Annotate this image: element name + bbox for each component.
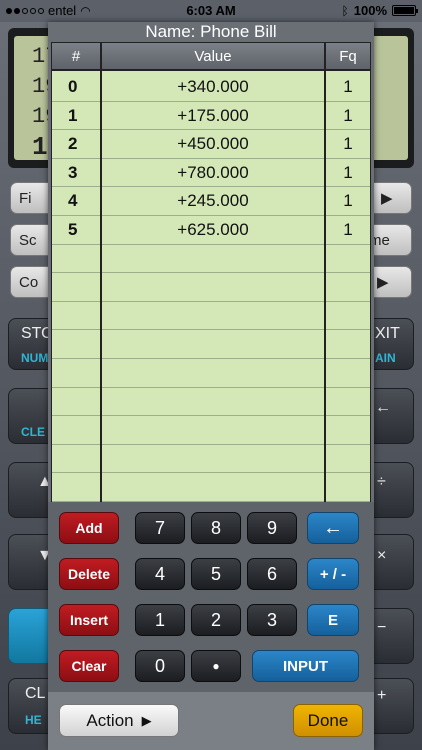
digit-7-button[interactable]: 7 xyxy=(135,512,185,544)
delete-button[interactable]: Delete xyxy=(59,558,119,590)
column-header-value: Value xyxy=(194,48,232,65)
modal-footer: Action ▶ Done xyxy=(48,692,374,750)
column-header-index: # xyxy=(71,48,81,65)
digit-5-button[interactable]: 5 xyxy=(191,558,241,590)
play-arrow-icon: ▶ xyxy=(141,712,152,728)
row-index: 0 xyxy=(68,77,78,96)
data-table: # Value Fq 0 +340.000 1 1 +175.000 1 2 +450.000… xyxy=(51,42,371,520)
row-index: 3 xyxy=(68,162,78,182)
done-button[interactable]: Done xyxy=(293,704,363,737)
row-value: +780.000 xyxy=(177,162,249,182)
column-divider xyxy=(324,43,326,519)
digit-9-button[interactable]: 9 xyxy=(247,512,297,544)
column-divider xyxy=(100,43,102,519)
row-index: 1 xyxy=(68,105,78,125)
row-frequency: 1 xyxy=(343,220,353,239)
digit-2-button[interactable]: 2 xyxy=(191,604,241,636)
backspace-button[interactable]: ← xyxy=(307,512,359,544)
insert-button[interactable]: Insert xyxy=(59,604,119,636)
battery-percent: 100% xyxy=(353,3,387,18)
exponent-button[interactable]: E xyxy=(307,604,359,636)
digit-8-button[interactable]: 8 xyxy=(191,512,241,544)
data-editor-modal: Name: Phone Bill # Value Fq 0 +340.000 1 1 +… xyxy=(48,22,374,750)
digit-3-button[interactable]: 3 xyxy=(247,604,297,636)
row-frequency: 1 xyxy=(343,134,353,154)
row-frequency: 1 xyxy=(343,191,353,211)
sign-toggle-button[interactable]: + / - xyxy=(307,558,359,590)
digit-4-button[interactable]: 4 xyxy=(135,558,185,590)
row-index: 5 xyxy=(68,220,78,239)
entry-keypad: Add Delete Insert Clear 7 8 9 4 5 6 1 2 … xyxy=(48,502,374,692)
action-label: Action xyxy=(86,710,134,730)
row-value: +175.000 xyxy=(177,105,249,125)
column-header-frequency: Fq xyxy=(339,48,357,65)
row-value: +340.000 xyxy=(177,77,249,96)
action-button[interactable]: Action ▶ xyxy=(59,704,179,737)
clear-button[interactable]: Clear xyxy=(59,650,119,682)
row-frequency: 1 xyxy=(343,162,353,182)
decimal-point-button[interactable]: ● xyxy=(191,650,241,682)
digit-6-button[interactable]: 6 xyxy=(247,558,297,590)
row-frequency: 1 xyxy=(343,105,353,125)
row-value: +625.000 xyxy=(177,220,249,239)
battery-icon xyxy=(392,5,418,16)
modal-title: Name: Phone Bill xyxy=(145,22,277,41)
row-index: 4 xyxy=(68,191,78,211)
row-value: +450.000 xyxy=(177,134,249,154)
input-button[interactable]: INPUT xyxy=(252,650,359,682)
row-frequency: 1 xyxy=(343,77,353,96)
add-button[interactable]: Add xyxy=(59,512,119,544)
status-bar: entel ◠ 6:03 AM ᛒ 100% xyxy=(0,0,422,22)
row-value: +245.000 xyxy=(177,191,249,211)
bluetooth-icon: ᛒ xyxy=(341,3,349,18)
digit-1-button[interactable]: 1 xyxy=(135,604,185,636)
digit-0-button[interactable]: 0 xyxy=(135,650,185,682)
row-index: 2 xyxy=(68,134,78,154)
